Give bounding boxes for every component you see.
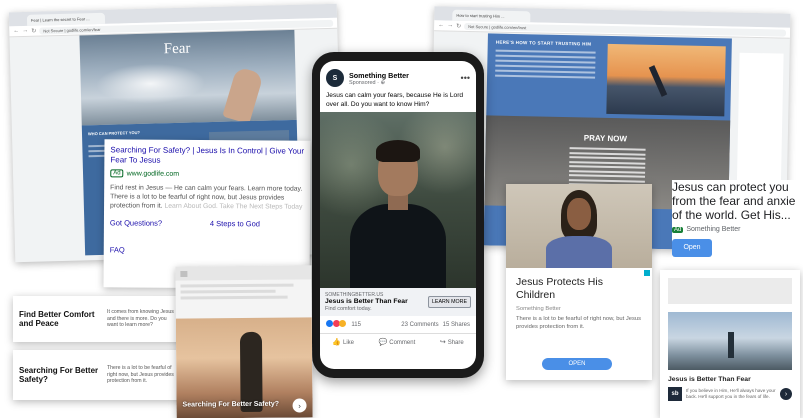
reaction-count[interactable]: 115 xyxy=(351,322,361,328)
prayer-text xyxy=(568,147,646,189)
woman-shirt xyxy=(546,236,612,268)
page-name[interactable]: Something Better xyxy=(349,71,409,80)
responsive-text-ad: Jesus can protect you from the fear and … xyxy=(672,180,803,276)
display-ad-brand: Something Better xyxy=(516,306,561,312)
avatar[interactable]: S xyxy=(326,69,344,87)
fb-post-header: S Something Better Sponsored · ⊕ ••• xyxy=(320,61,476,89)
phone-mockup: S Something Better Sponsored · ⊕ ••• Jes… xyxy=(312,52,484,378)
search-ad-url-row: Ad www.godlife.com xyxy=(110,169,304,178)
thumbs-up-icon: 👍 xyxy=(332,339,341,346)
browser-tab[interactable]: How to start trusting Him ... xyxy=(452,9,531,23)
mobile-web-ad: Searching For Better Safety? › xyxy=(175,265,313,418)
forward-icon[interactable]: → xyxy=(447,23,453,29)
forward-icon[interactable]: → xyxy=(22,28,28,34)
display-ad-title[interactable]: Jesus Protects His Children xyxy=(506,268,652,301)
ad-badge: Ad xyxy=(672,226,684,233)
comment-icon: 💬 xyxy=(378,339,388,346)
post-actions: 👍 Like 💬 Comment ↪ Share xyxy=(320,334,476,350)
like-button[interactable]: 👍 Like xyxy=(332,338,354,346)
text-ad-title: Find Better Comfort and Peace xyxy=(19,309,95,329)
display-ad-photo[interactable] xyxy=(506,184,652,268)
share-count[interactable]: 15 Shares xyxy=(443,322,470,328)
open-button[interactable]: Open xyxy=(672,239,712,257)
chevron-right-icon[interactable]: › xyxy=(292,398,307,413)
post-image-man[interactable] xyxy=(320,112,476,288)
hero-title: Fear xyxy=(163,40,191,58)
comment-button[interactable]: 💬 Comment xyxy=(379,338,416,346)
rta-brand: Something Better xyxy=(686,226,741,233)
post-stats: 115 23 Comments 15 Shares xyxy=(320,316,476,334)
link-preview[interactable]: SOMETHINGBETTER.US Jesus is Better Than … xyxy=(320,288,476,316)
sunset-image xyxy=(606,43,726,117)
link-headline: Jesus is Better Than Fear xyxy=(325,298,408,305)
raised-arm-silhouette xyxy=(648,65,668,97)
like-label: Like xyxy=(342,340,354,346)
mobile-top-bar xyxy=(175,265,312,281)
search-ad-description: Find rest in Jesus — He can calm your fe… xyxy=(110,183,304,211)
search-ad-desc-faded: Learn About God. Take The Next Steps Tod… xyxy=(164,202,303,211)
rta-brand-row: Ad Something Better xyxy=(672,226,803,233)
native-ad-photo[interactable] xyxy=(668,312,792,370)
comment-label: Comment xyxy=(389,340,416,346)
raised-hand-image xyxy=(222,66,264,125)
adchoices-icon[interactable] xyxy=(644,270,650,276)
more-options-icon[interactable]: ••• xyxy=(461,74,470,83)
rta-title-line[interactable]: from the fear and anxie xyxy=(672,194,803,208)
rta-title-line[interactable]: of the world. Get His... xyxy=(672,208,803,222)
share-button[interactable]: ↪ Share xyxy=(440,338,464,346)
cloud-shape xyxy=(95,62,207,106)
chevron-right-icon[interactable]: › xyxy=(780,388,792,400)
reload-icon[interactable]: ↻ xyxy=(456,22,461,29)
search-ad-url[interactable]: www.godlife.com xyxy=(127,170,180,177)
native-ad-desc: If you believe in Him, He'll always have… xyxy=(686,388,776,399)
share-icon: ↪ xyxy=(439,339,446,346)
phone-screen: S Something Better Sponsored · ⊕ ••• Jes… xyxy=(320,61,476,369)
text-ad-desc: It comes from knowing Jesus and there is… xyxy=(107,309,174,329)
back-icon[interactable]: ← xyxy=(438,22,444,28)
back-icon[interactable]: ← xyxy=(13,28,19,34)
ad-badge: Ad xyxy=(110,169,124,178)
native-ad-footer: sb If you believe in Him, He'll always h… xyxy=(660,383,800,405)
link-preview-text: SOMETHINGBETTER.US Jesus is Better Than … xyxy=(325,292,424,312)
display-ad-desc: There is a lot to be fearful of right no… xyxy=(516,316,642,330)
man-silhouette xyxy=(728,332,734,358)
text-ad-title: Searching For Better Safety? xyxy=(19,365,99,385)
sitelink-4-steps[interactable]: 4 Steps to God xyxy=(210,219,304,229)
woman-face xyxy=(567,198,591,230)
text-block xyxy=(495,49,596,82)
open-button[interactable]: OPEN xyxy=(542,358,612,370)
sitelinks: Got Questions? 4 Steps to God FAQ xyxy=(110,218,304,255)
menu-icon[interactable] xyxy=(180,270,188,277)
placeholder-block xyxy=(668,278,792,304)
learn-more-button[interactable]: LEARN MORE xyxy=(427,296,471,308)
comment-count[interactable]: 23 Comments xyxy=(401,322,438,328)
fb-post-meta: Something Better Sponsored · ⊕ xyxy=(349,71,409,86)
mobile-ad-caption: Searching For Better Safety? xyxy=(182,400,280,409)
link-subtext: Find comfort today. xyxy=(325,306,372,312)
reactions-icons[interactable] xyxy=(326,320,347,329)
pray-now-heading: PRAY NOW xyxy=(583,133,628,144)
hero-image-sky: Fear xyxy=(79,29,297,126)
native-ad-title[interactable]: Jesus is Better Than Fear xyxy=(660,370,800,383)
like-reaction-icon xyxy=(326,320,333,327)
placeholder-lines xyxy=(175,279,311,306)
man-hair xyxy=(376,140,420,162)
sponsored-label: Sponsored · ⊕ xyxy=(349,79,386,86)
post-text: Jesus can calm your fears, because He is… xyxy=(326,92,464,108)
sitelink-faq[interactable]: FAQ xyxy=(110,245,204,255)
brand-logo-icon: sb xyxy=(668,387,682,401)
display-ad: Jesus Protects His Children Something Be… xyxy=(506,184,652,380)
man-body xyxy=(350,204,446,288)
reload-icon[interactable]: ↻ xyxy=(31,27,36,34)
share-label: Share xyxy=(447,340,464,346)
rta-title-line[interactable]: Jesus can protect you xyxy=(672,180,803,194)
search-ad-headline[interactable]: Searching For Safety? | Jesus Is In Cont… xyxy=(110,145,304,166)
section-heading: HERE'S HOW TO START TRUSTING HIM xyxy=(495,39,592,47)
sitelink-got-questions[interactable]: Got Questions? xyxy=(110,218,204,228)
mobile-ad-image[interactable]: Searching For Better Safety? › xyxy=(175,317,313,418)
browser-tab[interactable]: Fear | Learn the secret to Fear ... xyxy=(26,12,106,26)
text-ad-desc: There is a lot to be fearful of right no… xyxy=(107,365,174,385)
native-ad: Jesus is Better Than Fear sb If you beli… xyxy=(660,270,800,418)
haha-reaction-icon xyxy=(339,320,347,327)
